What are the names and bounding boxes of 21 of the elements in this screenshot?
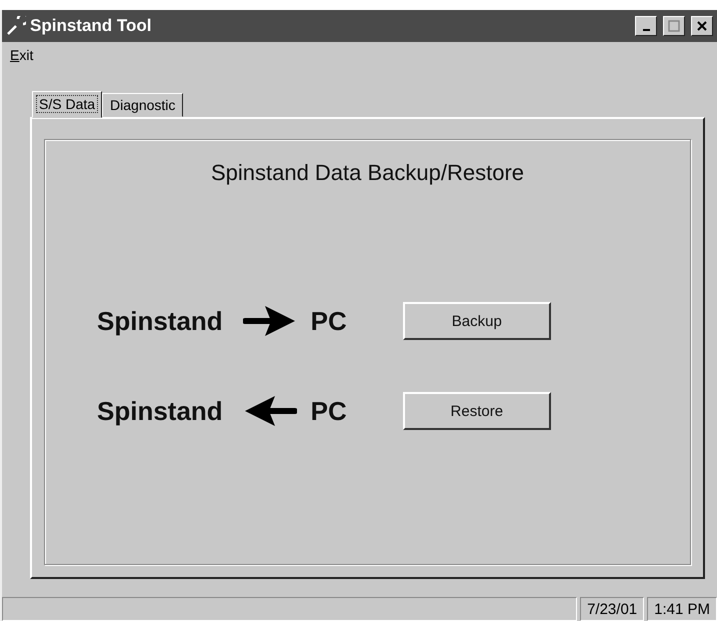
device-label: PC <box>310 306 347 336</box>
device-label: PC <box>310 396 347 426</box>
close-icon <box>696 20 708 32</box>
left-arrow-icon <box>242 394 297 428</box>
panel-heading: Spinstand Data Backup/Restore <box>210 160 524 186</box>
close-button[interactable] <box>691 16 713 36</box>
maximize-icon <box>668 20 680 32</box>
tab[interactable]: S/S Data <box>32 91 102 118</box>
device-label: Spinstand <box>97 396 223 426</box>
maximize-button[interactable] <box>663 16 685 36</box>
status-text: 1:41 PM <box>647 597 717 621</box>
window-title: Spinstand Tool <box>30 16 153 36</box>
menu-item[interactable]: Exit <box>10 47 34 65</box>
status-text: 7/23/01 <box>580 597 644 621</box>
minimize-icon <box>642 29 650 31</box>
backup-button[interactable]: Backup <box>402 302 551 340</box>
device-label: Spinstand <box>97 306 223 336</box>
restore-button[interactable]: Restore <box>402 392 551 430</box>
right-arrow-icon <box>242 304 297 338</box>
tab[interactable]: Diagnostic <box>102 93 184 117</box>
minimize-button[interactable] <box>635 16 657 36</box>
